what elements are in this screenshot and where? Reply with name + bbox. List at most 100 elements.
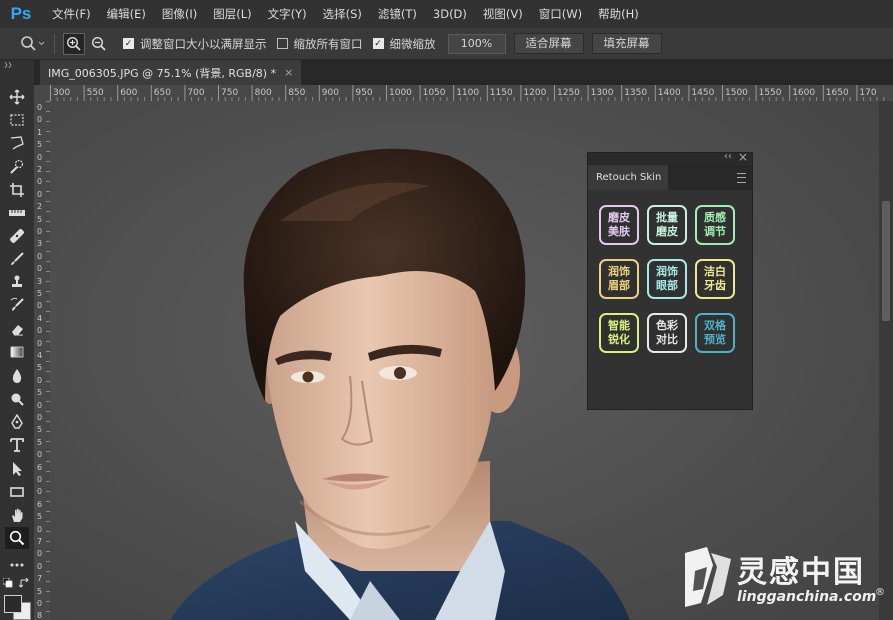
watermark-url: lingganchina.com: [737, 589, 877, 605]
button-label-line2: 眼部: [656, 279, 678, 292]
ruler-label: 3: [37, 276, 43, 286]
scrubby-zoom-checkbox[interactable]: ✓ 细微缩放: [372, 36, 436, 52]
ruler-label: 300: [53, 88, 71, 98]
zoom-out-button[interactable]: [89, 34, 109, 54]
gradient-tool[interactable]: [5, 341, 29, 363]
zoom-tool[interactable]: [5, 527, 29, 549]
fill-screen-button[interactable]: 填充屏幕: [591, 33, 662, 54]
horizontal-ruler[interactable]: 300 550 600 650 700 750 800 850 900 950 1000 1050 11…: [50, 85, 893, 102]
foreground-color-swatch[interactable]: [4, 595, 22, 613]
type-tool[interactable]: [5, 434, 29, 456]
ruler-label: 950: [355, 88, 373, 98]
fit-screen-button[interactable]: 适合屏幕: [513, 33, 584, 54]
batch-smoothing-button[interactable]: 批量 磨皮: [647, 205, 687, 245]
eraser-tool[interactable]: [5, 318, 29, 340]
resize-windows-checkbox[interactable]: ✓ 调整窗口大小以满屏显示: [123, 36, 267, 52]
menu-select[interactable]: 选择(S): [323, 6, 362, 22]
button-label: 磨皮 美肤: [608, 211, 630, 239]
pen-tool[interactable]: [5, 411, 29, 433]
menu-help[interactable]: 帮助(H): [598, 6, 639, 22]
ruler-label: 3: [37, 239, 43, 249]
split-preview-button[interactable]: 双格 预览: [695, 313, 735, 353]
button-label-line1: 润饰: [608, 265, 630, 278]
button-label: 智能 锐化: [608, 319, 630, 347]
ruler-label: 0: [37, 400, 43, 410]
ruler-label: 1: [37, 127, 43, 137]
color-contrast-button[interactable]: 色彩 对比: [647, 313, 687, 353]
ruler-label: 1300: [590, 88, 614, 98]
edit-toolbar-button[interactable]: [5, 554, 29, 576]
brow-retouch-button[interactable]: 润饰 眉部: [599, 259, 639, 299]
blur-tool[interactable]: [5, 365, 29, 387]
healing-brush-tool[interactable]: [5, 225, 29, 247]
panel-header-strip: ‹‹ ×: [588, 150, 752, 165]
stamp-icon: [12, 275, 22, 287]
clone-stamp-tool[interactable]: [5, 271, 29, 293]
crop-tool[interactable]: [5, 179, 29, 201]
quick-selection-tool[interactable]: [5, 156, 29, 178]
lasso-tool[interactable]: [5, 132, 29, 154]
zoom-all-windows-label: 缩放所有窗口: [293, 36, 363, 51]
button-label: 双格 预览: [704, 319, 726, 347]
default-colors-icon[interactable]: [3, 578, 13, 588]
ruler-origin[interactable]: [34, 85, 50, 101]
close-icon[interactable]: ×: [284, 66, 293, 79]
ruler-label: 0: [37, 326, 43, 336]
document-tab[interactable]: IMG_006305.JPG @ 75.1% (背景, RGB/8) * ×: [40, 60, 302, 85]
menu-type[interactable]: 文字(Y): [268, 6, 307, 22]
vertical-ruler[interactable]: 0 0 1 5 0 2 0 0 2 5 0 3 0 0 3 5 0 4 0 0 4 5 0 5 0 0 5 5 0 6 0 0 6 5 0 7 0 0 7 5…: [34, 101, 51, 620]
swap-colors-icon[interactable]: [19, 578, 30, 589]
expand-panel-icon[interactable]: [4, 62, 16, 68]
menu-view[interactable]: 视图(V): [483, 6, 523, 22]
zoom-all-windows-checkbox[interactable]: 缩放所有窗口: [276, 36, 363, 52]
brush-icon: [11, 252, 24, 265]
rectangle-tool[interactable]: [5, 481, 29, 503]
teeth-whitening-button[interactable]: 洁白 牙齿: [695, 259, 735, 299]
resize-windows-label: 调整窗口大小以满屏显示: [140, 36, 267, 51]
menu-image[interactable]: 图像(I): [162, 6, 197, 22]
path-selection-tool[interactable]: [5, 458, 29, 480]
panel-tab-retouch-skin[interactable]: Retouch Skin: [588, 165, 668, 190]
hand-tool[interactable]: [5, 504, 29, 526]
button-label: 色彩 对比: [656, 319, 678, 347]
menu-edit[interactable]: 编辑(E): [107, 6, 146, 22]
collapse-panel-icon[interactable]: ‹‹: [724, 151, 732, 162]
button-label-line2: 美肤: [608, 225, 630, 238]
ruler-label: 0: [37, 561, 43, 571]
photoshop-logo[interactable]: Ps: [6, 4, 36, 24]
zoom-tool-preset-picker[interactable]: [20, 33, 46, 55]
ruler-label: 1650: [825, 88, 849, 98]
menu-window[interactable]: 窗口(W): [539, 6, 582, 22]
panel-tab-row: Retouch Skin: [588, 165, 752, 190]
smart-sharpen-button[interactable]: 智能 锐化: [599, 313, 639, 353]
history-brush-tool[interactable]: [5, 294, 29, 316]
ruler-label: 550: [86, 88, 104, 98]
menu-filter[interactable]: 滤镜(T): [378, 6, 417, 22]
ellipsis-icon: [10, 563, 24, 567]
skin-smoothing-button[interactable]: 磨皮 美肤: [599, 205, 639, 245]
pen-icon: [11, 414, 23, 429]
ruler-label: 0: [37, 524, 43, 534]
ruler-label: 6: [37, 499, 43, 509]
move-tool[interactable]: [5, 86, 29, 108]
checkbox-empty-icon: [276, 38, 288, 49]
button-label: 润饰 眼部: [656, 265, 678, 293]
dodge-tool[interactable]: [5, 388, 29, 410]
close-icon[interactable]: ×: [738, 150, 748, 164]
ruler-label: 7: [37, 574, 43, 584]
panel-menu-icon[interactable]: [737, 173, 746, 183]
button-label: 洁白 牙齿: [704, 265, 726, 293]
polygonal-lasso-icon: [10, 136, 24, 150]
ruler-tool[interactable]: [5, 202, 29, 224]
ruler-label: 0: [37, 227, 43, 236]
zoom-in-button[interactable]: [63, 32, 85, 55]
menu-3d[interactable]: 3D(D): [433, 7, 467, 21]
menu-file[interactable]: 文件(F): [52, 6, 91, 22]
menu-layer[interactable]: 图层(L): [213, 6, 251, 22]
zoom-percent-field[interactable]: 100%: [447, 33, 506, 54]
brush-tool[interactable]: [5, 248, 29, 270]
marquee-tool[interactable]: [5, 109, 29, 131]
eye-retouch-button[interactable]: 润饰 眼部: [647, 259, 687, 299]
texture-adjust-button[interactable]: 质感 调节: [695, 205, 735, 245]
scrollbar-thumb[interactable]: [882, 201, 890, 321]
